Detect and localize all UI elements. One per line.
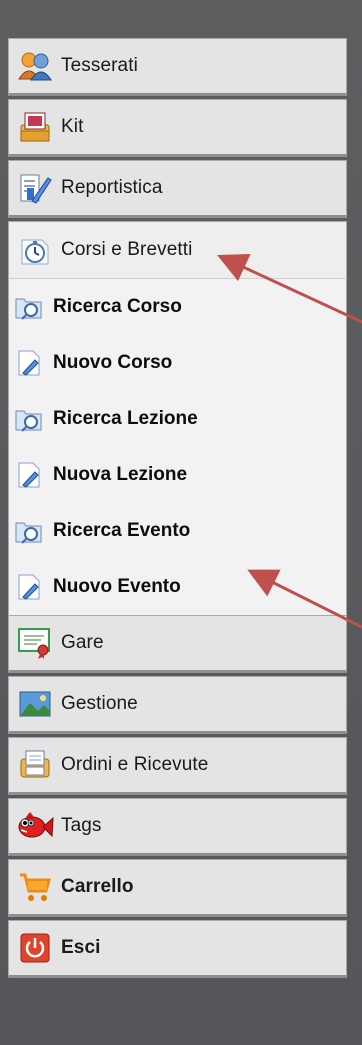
menu-item-label: Reportistica [61, 177, 163, 198]
submenu-item-ricerca-corso[interactable]: Ricerca Corso [9, 279, 346, 335]
certificate-icon [15, 623, 55, 663]
sidebar-menu: Tesserati Kit Reportistica Corsi e Breve… [8, 38, 347, 981]
menu-item-label: Gestione [61, 693, 138, 714]
menu-item-tesserati[interactable]: Tesserati [8, 38, 347, 96]
submenu-item-ricerca-evento[interactable]: Ricerca Evento [9, 503, 346, 559]
submenu-item-label: Nuova Lezione [53, 464, 188, 485]
stopwatch-icon [15, 230, 55, 270]
menu-item-label: Ordini e Ricevute [61, 754, 209, 775]
menu-item-ordini-e-ricevute[interactable]: Ordini e Ricevute [8, 737, 347, 795]
menu-item-carrello[interactable]: Carrello [8, 859, 347, 917]
menu-item-corsi-e-brevetti[interactable]: Corsi e Brevetti [8, 221, 347, 279]
users-icon [15, 46, 55, 86]
menu-item-gare[interactable]: Gare [8, 615, 347, 673]
menu-item-gestione[interactable]: Gestione [8, 676, 347, 734]
search-folder-icon [13, 291, 45, 323]
landscape-icon [15, 684, 55, 724]
menu-item-label: Gare [61, 632, 104, 653]
sidebar-frame: Tesserati Kit Reportistica Corsi e Breve… [0, 0, 362, 1045]
kit-icon [15, 107, 55, 147]
menu-item-label: Kit [61, 116, 84, 137]
submenu-item-label: Nuovo Corso [53, 352, 173, 373]
menu-item-label: Tags [61, 815, 102, 836]
new-document-icon [13, 347, 45, 379]
new-document-icon [13, 459, 45, 491]
submenu-item-label: Ricerca Corso [53, 296, 182, 317]
submenu-corsi-e-brevetti: Ricerca Corso Nuovo Corso Ricerca Lezion… [8, 279, 347, 615]
fish-icon [15, 806, 55, 846]
menu-item-label: Carrello [61, 876, 134, 897]
submenu-item-label: Ricerca Lezione [53, 408, 198, 429]
menu-item-tags[interactable]: Tags [8, 798, 347, 856]
submenu-item-nuovo-corso[interactable]: Nuovo Corso [9, 335, 346, 391]
menu-item-reportistica[interactable]: Reportistica [8, 160, 347, 218]
menu-item-kit[interactable]: Kit [8, 99, 347, 157]
menu-item-label: Corsi e Brevetti [61, 239, 193, 260]
submenu-item-label: Nuovo Evento [53, 576, 181, 597]
submenu-item-ricerca-lezione[interactable]: Ricerca Lezione [9, 391, 346, 447]
cart-icon [15, 867, 55, 907]
menu-item-esci[interactable]: Esci [8, 920, 347, 978]
power-icon [15, 928, 55, 968]
submenu-item-nuovo-evento[interactable]: Nuovo Evento [9, 559, 346, 615]
search-folder-icon [13, 403, 45, 435]
menu-item-label: Tesserati [61, 55, 138, 76]
submenu-item-nuova-lezione[interactable]: Nuova Lezione [9, 447, 346, 503]
menu-item-label: Esci [61, 937, 101, 958]
new-document-icon [13, 571, 45, 603]
submenu-item-label: Ricerca Evento [53, 520, 191, 541]
report-icon [15, 168, 55, 208]
printer-icon [15, 745, 55, 785]
search-folder-icon [13, 515, 45, 547]
